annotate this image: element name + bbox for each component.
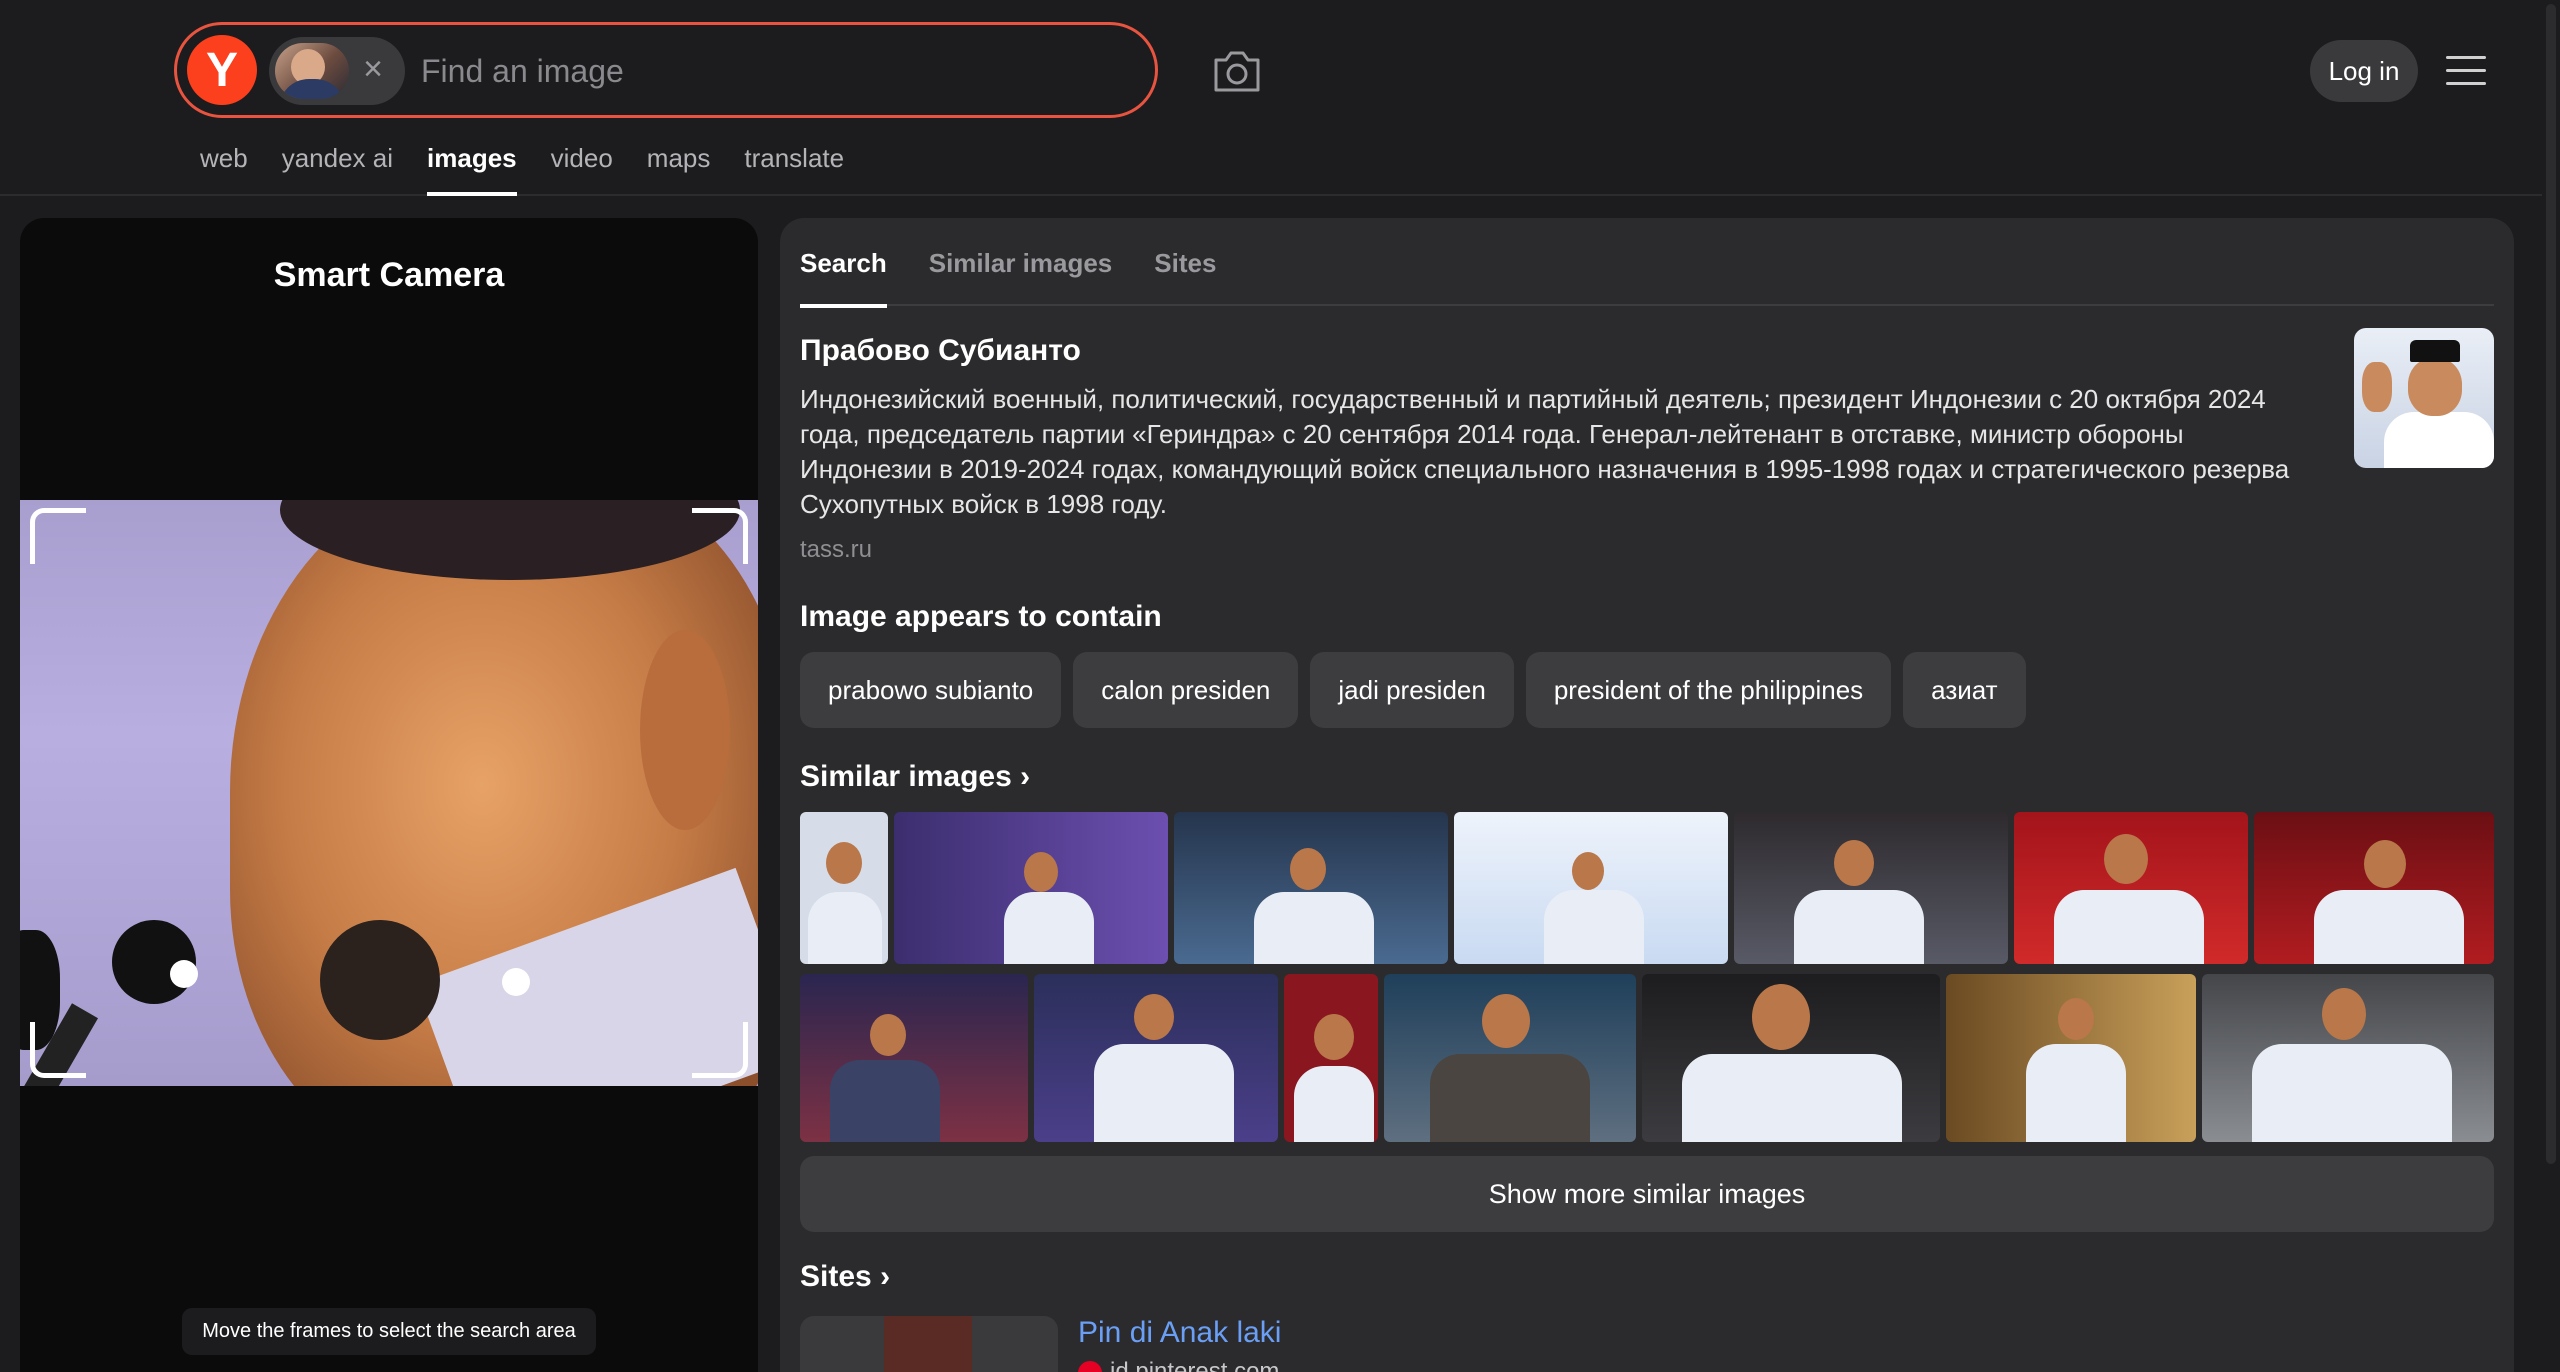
tag-chip[interactable]: prabowo subianto: [800, 652, 1062, 728]
chevron-right-icon: ›: [1020, 760, 1031, 793]
crop-corner-bottom-left[interactable]: [30, 1022, 86, 1078]
site-thumbnail[interactable]: [800, 1316, 1058, 1372]
page: Y × Log in web yandex ai images video ma…: [0, 0, 2560, 1372]
scrollbar[interactable]: [2542, 0, 2560, 1372]
object-dot[interactable]: [170, 960, 198, 988]
nav-maps[interactable]: maps: [630, 140, 728, 196]
entity-photo[interactable]: [2354, 328, 2494, 468]
query-photo[interactable]: [20, 500, 758, 1086]
object-dot[interactable]: [502, 968, 530, 996]
show-more-similar-button[interactable]: Show more similar images: [800, 1156, 2494, 1232]
similar-image[interactable]: [2014, 812, 2248, 964]
sites-link[interactable]: Sites ›: [800, 1260, 890, 1294]
header: Y × Log in web yandex ai images video ma…: [0, 0, 2560, 196]
contains-title: Image appears to contain: [800, 600, 1162, 633]
similar-image[interactable]: [1284, 974, 1378, 1142]
similar-image[interactable]: [2202, 974, 2494, 1142]
tab-similar-images[interactable]: Similar images: [929, 248, 1113, 306]
similar-image[interactable]: [1642, 974, 1940, 1142]
similar-image[interactable]: [1734, 812, 2008, 964]
panel-title: Smart Camera: [273, 256, 505, 294]
similar-image[interactable]: [2254, 812, 2494, 964]
tag-chip[interactable]: calon presiden: [1073, 652, 1299, 728]
nav-web[interactable]: web: [200, 140, 265, 196]
similar-image[interactable]: [1946, 974, 2196, 1142]
similar-images-link[interactable]: Similar images ›: [800, 760, 1030, 794]
query-image-thumbnail: [275, 43, 349, 99]
yandex-logo[interactable]: Y: [187, 35, 257, 105]
entity-name[interactable]: Прабово Субианто: [800, 334, 1081, 368]
login-button[interactable]: Log in: [2310, 40, 2418, 102]
pinterest-icon: [1078, 1360, 1102, 1372]
close-icon[interactable]: ×: [355, 51, 391, 87]
camera-icon[interactable]: [1212, 48, 1262, 94]
site-result-title[interactable]: Pin di Anak laki: [1078, 1316, 1281, 1350]
results-tabs: Search Similar images Sites: [800, 248, 2494, 308]
nav-images[interactable]: images: [410, 140, 534, 196]
service-nav: web yandex ai images video maps translat…: [200, 140, 861, 196]
search-bar[interactable]: Y ×: [174, 22, 1158, 118]
hamburger-menu-icon[interactable]: [2446, 56, 2486, 86]
search-input[interactable]: [421, 45, 1121, 97]
entity-description: Индонезийский военный, политический, гос…: [800, 384, 2290, 519]
smart-camera-panel: Smart Camera Move the frames to select t…: [20, 218, 758, 1372]
entity-source[interactable]: tass.ru: [800, 536, 872, 564]
crop-hint: Move the frames to select the search are…: [20, 1308, 758, 1355]
tag-chip[interactable]: азиат: [1903, 652, 2026, 728]
similar-image[interactable]: [800, 974, 1028, 1142]
similar-image[interactable]: [1454, 812, 1728, 964]
similar-image[interactable]: [894, 812, 1168, 964]
nav-translate[interactable]: translate: [727, 140, 861, 196]
similar-image[interactable]: [1174, 812, 1448, 964]
chevron-right-icon: ›: [880, 1260, 891, 1293]
nav-video[interactable]: video: [534, 140, 630, 196]
crop-corner-top-left[interactable]: [30, 508, 86, 564]
similar-image[interactable]: [800, 812, 888, 964]
tab-search[interactable]: Search: [800, 248, 887, 308]
nav-yandex-ai[interactable]: yandex ai: [265, 140, 410, 196]
tag-chip[interactable]: president of the philippines: [1525, 652, 1892, 728]
crop-corner-bottom-right[interactable]: [692, 1022, 748, 1078]
tag-list: prabowo subianto calon presiden jadi pre…: [800, 652, 2026, 728]
crop-corner-top-right[interactable]: [692, 508, 748, 564]
tab-sites[interactable]: Sites: [1154, 248, 1216, 306]
similar-image[interactable]: [1034, 974, 1278, 1142]
query-image-chip[interactable]: ×: [269, 37, 405, 105]
similar-image[interactable]: [1384, 974, 1636, 1142]
results-panel: Search Similar images Sites Прабово Суби…: [780, 218, 2514, 1372]
tag-chip[interactable]: jadi presiden: [1310, 652, 1514, 728]
site-result-domain: id.pinterest.com: [1078, 1358, 1279, 1372]
